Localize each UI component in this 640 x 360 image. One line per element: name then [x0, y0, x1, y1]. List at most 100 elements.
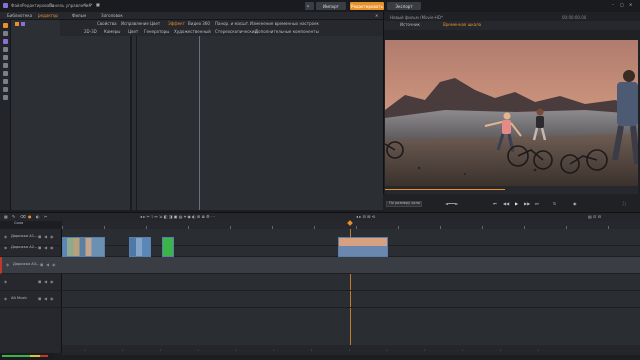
track-lock-icon[interactable]: ◼: [40, 263, 43, 267]
play-icon[interactable]: ▶: [515, 202, 518, 206]
color-clip-green[interactable]: [162, 237, 174, 257]
track-mute-icon[interactable]: ◀: [46, 263, 49, 267]
step-forward-icon[interactable]: ▶▶: [524, 202, 530, 206]
motion-icon[interactable]: [3, 79, 8, 84]
video-preview[interactable]: [385, 40, 638, 186]
export-button[interactable]: Экспорт: [387, 2, 421, 10]
tab-source[interactable]: Источник: [400, 23, 420, 27]
track-header[interactable]: ◼ ◀ ◉ ◆: [0, 274, 62, 291]
volume-icon[interactable]: ◉: [573, 202, 577, 206]
zoom-select[interactable]: По размеру окна: [386, 201, 422, 207]
color-icon[interactable]: [3, 95, 8, 100]
bottom-time-ruler[interactable]: •••••••••••••: [62, 345, 640, 355]
tab-color[interactable]: Цвет: [150, 22, 160, 26]
home-button[interactable]: ⌂: [305, 2, 314, 10]
skip-forward-icon[interactable]: ⏭: [535, 202, 539, 206]
tl-tool-5-icon[interactable]: ◐: [36, 215, 40, 219]
maximize-icon[interactable]: □: [620, 3, 624, 7]
timeline-tracks[interactable]: [62, 229, 640, 353]
tl-tool-3-icon[interactable]: ⌫: [20, 215, 26, 219]
tab-movie[interactable]: Фильм: [72, 14, 86, 18]
track-target-icon[interactable]: ◆: [6, 263, 9, 267]
skip-back-icon[interactable]: ⏮: [493, 202, 497, 206]
fullscreen-icon[interactable]: ⛶: [623, 202, 626, 206]
step-back-icon[interactable]: ◀◀: [503, 202, 509, 206]
edit-button[interactable]: Редактировать: [350, 2, 384, 10]
save-icon[interactable]: ■: [96, 3, 100, 7]
menu-file[interactable]: Файл: [11, 4, 22, 8]
tab-library[interactable]: Библиотека: [7, 14, 32, 18]
track-eye-icon[interactable]: ◉: [50, 246, 54, 250]
tree-filter-icon[interactable]: [21, 22, 25, 26]
tab-title[interactable]: Заголовок: [101, 14, 123, 18]
tree-toggle-icon[interactable]: [15, 22, 19, 26]
tl-tool-4-icon[interactable]: ●: [28, 215, 32, 219]
tl-tool-1-icon[interactable]: ▦: [4, 215, 8, 219]
track-mute-icon[interactable]: ◀: [44, 235, 47, 239]
transitions-icon[interactable]: [3, 31, 8, 36]
tl-tools-right[interactable]: ◂ ▸ ⊟ ⊞ ⟲: [356, 215, 375, 219]
category-cameras[interactable]: Камеры: [104, 30, 120, 34]
category-artistic[interactable]: Художественный: [174, 30, 211, 34]
tab-correction[interactable]: Исправление: [121, 22, 149, 26]
tab-pan-zoom[interactable]: Панор. и масшт.: [215, 22, 249, 26]
tab-effect[interactable]: Эффект: [168, 22, 185, 26]
track-header[interactable]: Дорожка А2... ◼ ◀ ◉ ◆: [0, 240, 62, 257]
track-target-icon[interactable]: ◆: [4, 297, 7, 301]
keyframe-cursor[interactable]: [199, 30, 200, 210]
category-stereo[interactable]: Стереоскопический: [215, 30, 257, 34]
playhead-marker[interactable]: [347, 220, 353, 226]
track-target-icon[interactable]: ◆: [4, 246, 7, 250]
audio-icon[interactable]: [3, 87, 8, 92]
tl-tool-2-icon[interactable]: ✎: [12, 215, 15, 219]
tl-tools-center[interactable]: ◂ ▸ ✂ ⌇ ↔ ⇲ ◧ ◨ ▣ ▤ ⌖ ◉ ◐ ⊞ ≣ ⚙ ⋯: [140, 215, 215, 219]
track-lane[interactable]: [62, 274, 640, 291]
video-clip-1[interactable]: [62, 237, 105, 257]
category-2d3d[interactable]: 2D-3D: [84, 30, 97, 34]
track-lane[interactable]: [62, 291, 640, 308]
mask-icon[interactable]: [3, 71, 8, 76]
track-eye-icon[interactable]: ◉: [50, 297, 54, 301]
category-generators[interactable]: Генераторы: [144, 30, 169, 34]
brush-icon[interactable]: [3, 55, 8, 60]
loop-icon[interactable]: ↻: [553, 202, 556, 206]
video-clip-3[interactable]: [338, 237, 388, 257]
track-lock-icon[interactable]: ◼: [38, 280, 41, 284]
track-lock-icon[interactable]: ◼: [38, 246, 41, 250]
track-lane[interactable]: [62, 257, 640, 274]
settings-icon[interactable]: [3, 47, 8, 52]
track-eye-icon[interactable]: ◉: [50, 280, 54, 284]
track-header[interactable]: Alt Music ◼ ◀ ◉ ◆: [0, 291, 62, 308]
redo-icon[interactable]: ⟳: [89, 3, 92, 7]
tl-tool-6-icon[interactable]: ✂: [44, 215, 47, 219]
timeline-zoom-label[interactable]: Сила: [14, 221, 23, 226]
track-mute-icon[interactable]: ◀: [44, 246, 47, 250]
preview-scrub-bar[interactable]: [385, 186, 638, 194]
filter-icon[interactable]: [3, 39, 8, 44]
tab-editor[interactable]: редактор: [38, 14, 58, 18]
import-button[interactable]: Импорт: [316, 2, 346, 10]
tab-video360[interactable]: Видео 360: [188, 22, 210, 26]
jog-wheel-icon[interactable]: ◄═══►: [445, 202, 458, 206]
track-mute-icon[interactable]: ◀: [44, 297, 47, 301]
track-lock-icon[interactable]: ◼: [38, 235, 41, 239]
tab-timeline[interactable]: Временная шкала: [443, 23, 481, 27]
track-target-icon[interactable]: ◆: [4, 235, 7, 239]
video-clip-2[interactable]: [129, 237, 151, 257]
tab-time-remap[interactable]: Изменение временных настроек: [250, 22, 319, 26]
track-target-icon[interactable]: ◆: [4, 280, 7, 284]
category-extra[interactable]: Дополнительные компоненты: [255, 30, 319, 34]
timeline-ruler[interactable]: [62, 220, 640, 229]
track-lock-icon[interactable]: ◼: [38, 297, 41, 301]
text-icon[interactable]: [3, 63, 8, 68]
category-color[interactable]: Цвет: [128, 30, 138, 34]
effects-icon[interactable]: [3, 23, 8, 28]
track-eye-icon[interactable]: ◉: [50, 235, 54, 239]
minimize-icon[interactable]: –: [612, 3, 614, 7]
close-icon[interactable]: ✕: [629, 3, 632, 7]
track-mute-icon[interactable]: ◀: [44, 280, 47, 284]
tl-tools-far-right[interactable]: ▤ ⊡ ⊟: [588, 215, 601, 219]
track-header[interactable]: Дорожка А3... ◼ ◀ ◉ ◆: [0, 257, 62, 274]
tab-properties[interactable]: Свойства: [97, 22, 117, 26]
track-eye-icon[interactable]: ◉: [52, 263, 56, 267]
